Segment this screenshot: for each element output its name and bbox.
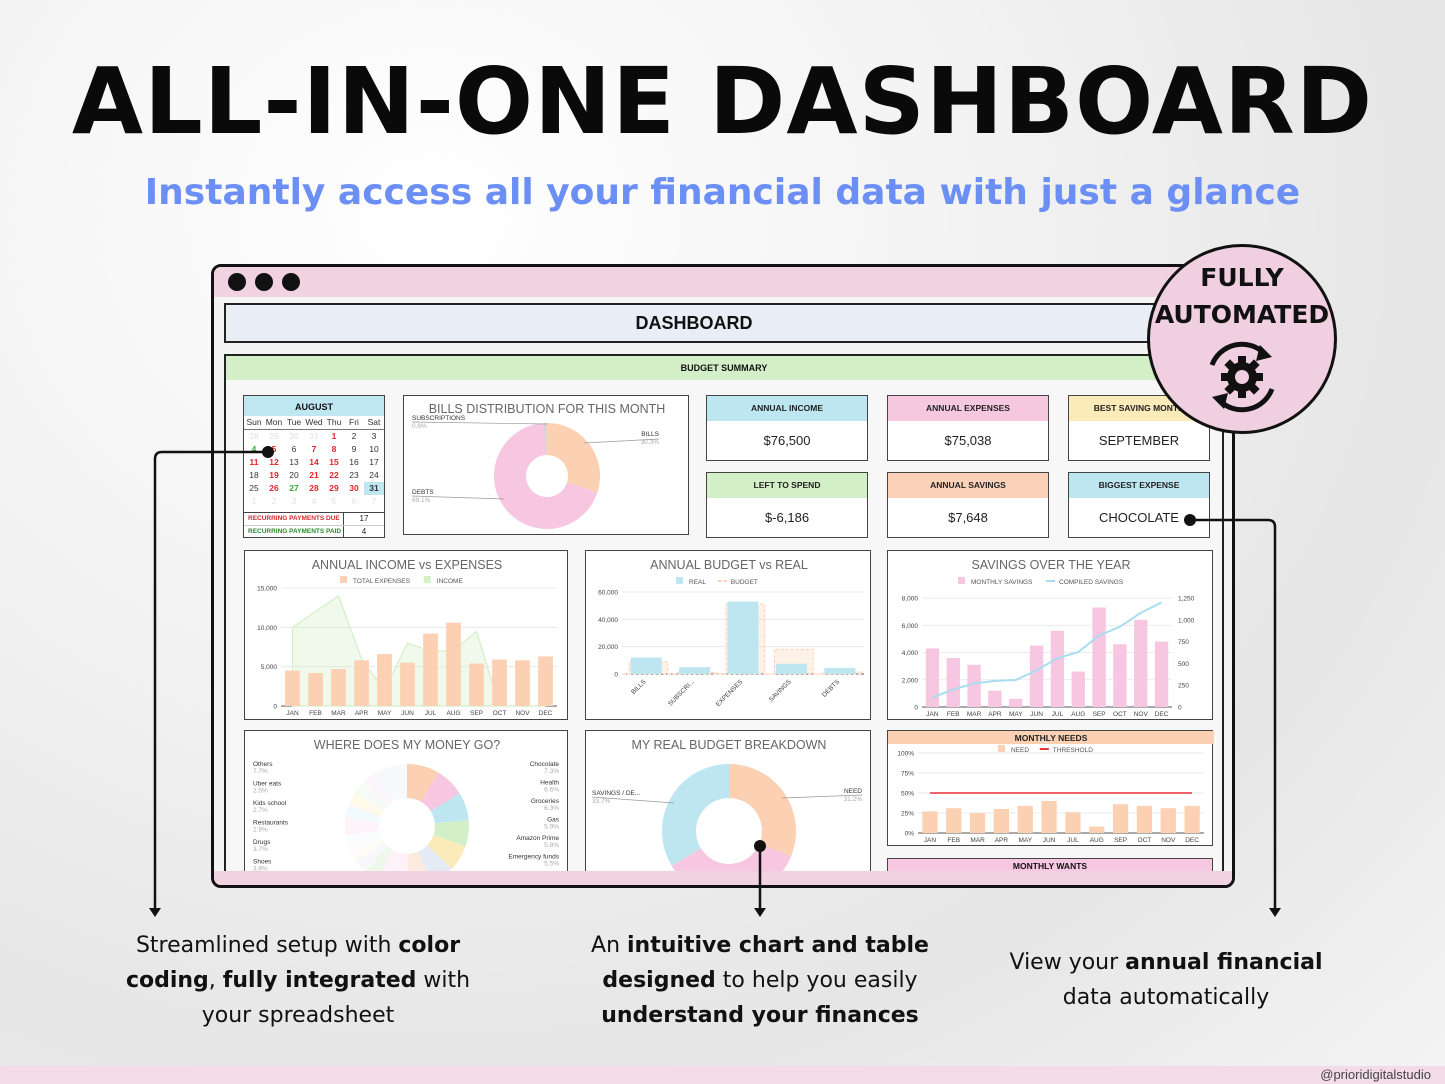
connector-dot-icon (1184, 514, 1196, 526)
caption-text: An (591, 933, 628, 958)
arrow-down-icon (149, 908, 161, 917)
caption-left: Streamlined setup with color coding, ful… (98, 928, 498, 1033)
connector-dot-icon (262, 446, 274, 458)
caption-text: , (208, 968, 223, 993)
caption-text: Streamlined setup with (135, 933, 399, 958)
caption-text: data automatically (1062, 985, 1270, 1010)
footer-bar: @prioridigitalstudio (0, 1066, 1445, 1084)
annotation-connectors (149, 446, 1281, 917)
arrow-down-icon (754, 908, 766, 917)
caption-text: understand your finances (601, 1003, 919, 1028)
caption-text: fully integrated (222, 968, 417, 993)
caption-text: View your (1009, 950, 1126, 975)
watermark: @prioridigitalstudio (1320, 1067, 1431, 1082)
caption-center: An intuitive chart and table designed to… (540, 928, 980, 1033)
caption-right: View your annual financial data automati… (1000, 945, 1332, 1015)
caption-text: annual financial (1125, 950, 1323, 975)
caption-text: to help you easily (715, 968, 918, 993)
connector-right (1190, 518, 1277, 910)
connector-left (153, 450, 268, 910)
connector-dot-icon (754, 840, 766, 852)
arrow-down-icon (1269, 908, 1281, 917)
